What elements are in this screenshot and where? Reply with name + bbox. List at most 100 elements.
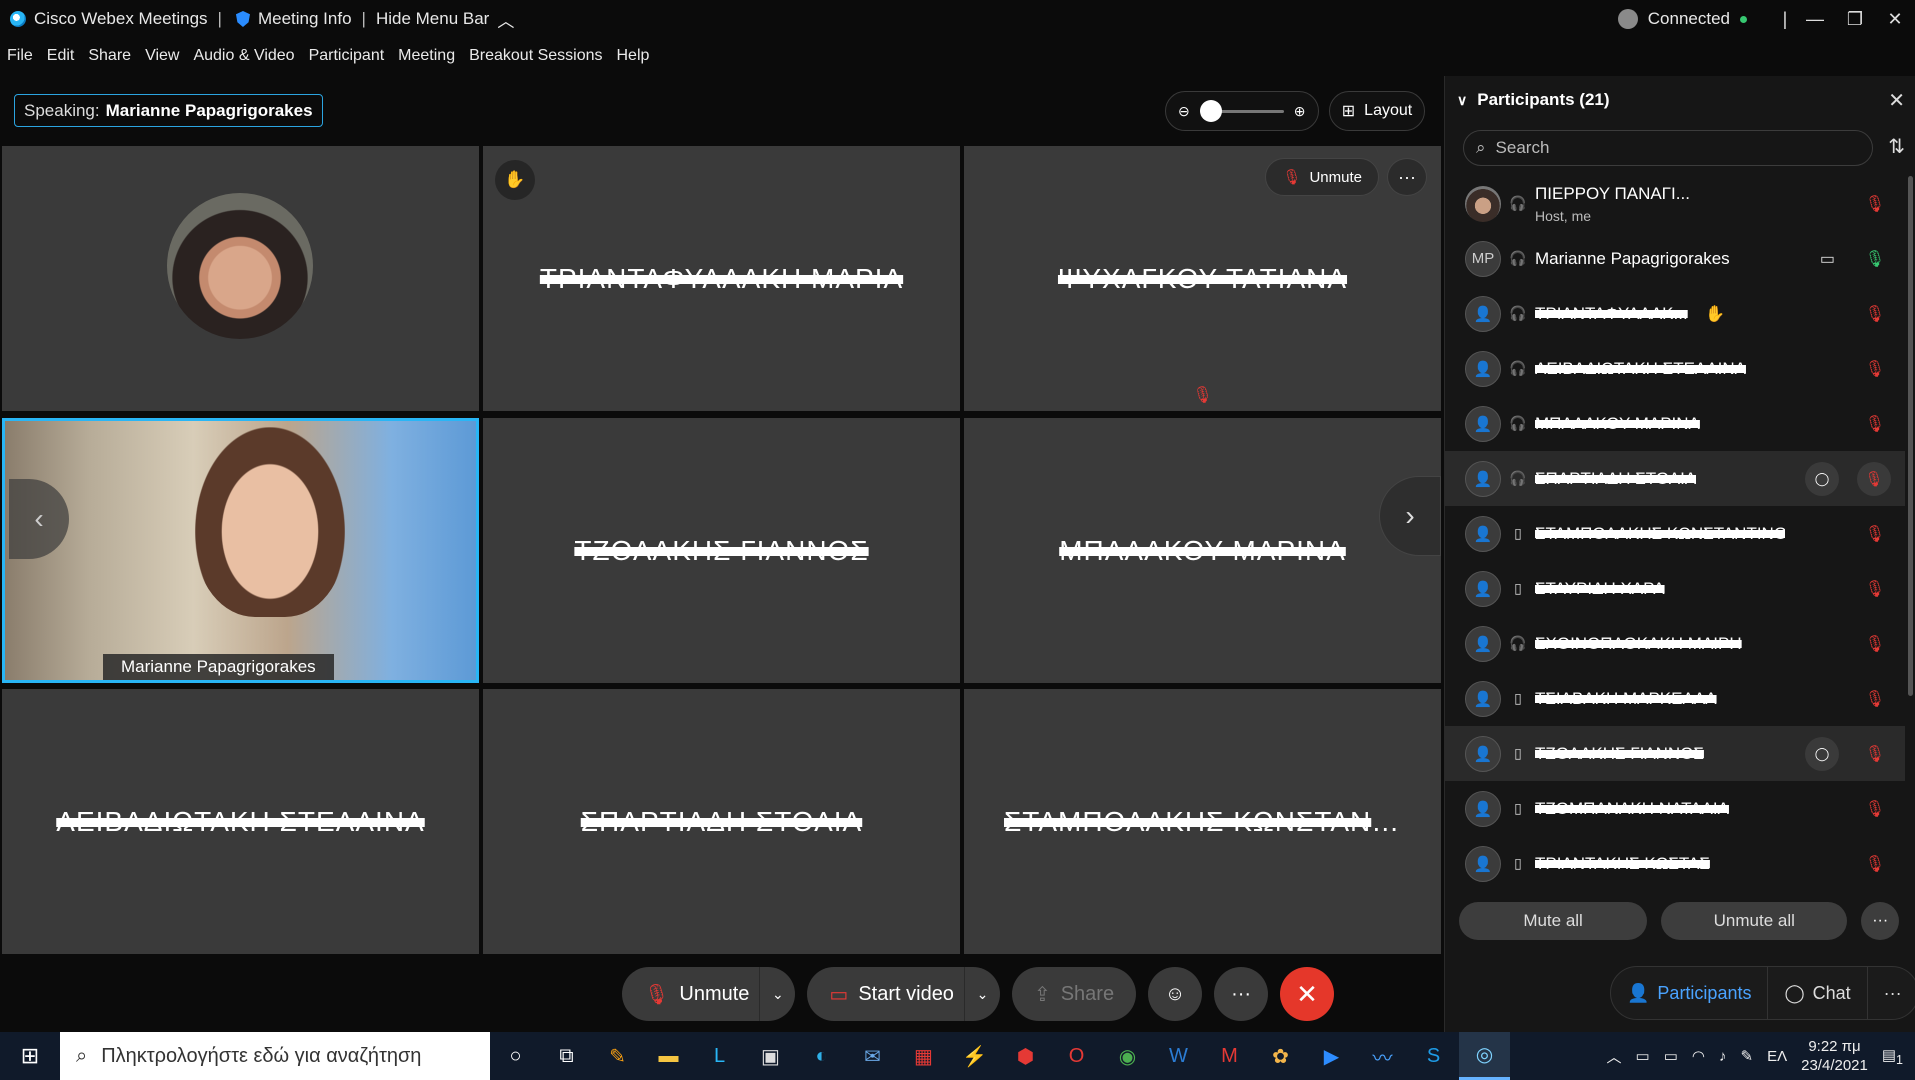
mcafee-icon[interactable]: M — [1204, 1032, 1255, 1080]
mic-muted-icon[interactable]: 🎙 — [1865, 634, 1885, 654]
zoom-app-icon[interactable]: ▶ — [1306, 1032, 1357, 1080]
zoom-out-icon[interactable]: ⊖ — [1178, 103, 1190, 120]
layout-button[interactable]: ⊞ Layout — [1329, 91, 1425, 131]
reactions-button[interactable]: ☺ — [1148, 967, 1203, 1021]
volume-icon[interactable]: ♪ — [1719, 1048, 1727, 1065]
tab-more[interactable]: ··· — [1868, 967, 1915, 1019]
menu-help[interactable]: Help — [610, 47, 657, 65]
close-window-button[interactable]: ✕ — [1875, 0, 1915, 38]
participant-row[interactable]: 👤 ▯ ΣΤΑΜΠΟΛΑΚΗΣ ΚΩΝΣΤΑΝΤΙΝΟΣ 🎙 — [1445, 506, 1905, 561]
language-indicator[interactable]: ΕΛ — [1767, 1048, 1787, 1065]
menu-view[interactable]: View — [138, 47, 186, 65]
menu-edit[interactable]: Edit — [40, 47, 82, 65]
file-explorer-icon[interactable]: ▬ — [643, 1032, 694, 1080]
zoom-slider-handle[interactable] — [1199, 99, 1222, 122]
zoom-slider[interactable] — [1199, 99, 1284, 122]
word-icon[interactable]: W — [1153, 1032, 1204, 1080]
mic-muted-icon[interactable]: 🎙 — [1865, 689, 1885, 709]
paint-icon[interactable]: ✎ — [592, 1032, 643, 1080]
video-tile[interactable]: ΜΠΑΛΑΚΟΥ ΜΑΡΙΝΑ › — [964, 418, 1441, 683]
video-tile-active-speaker[interactable]: ‹ Marianne Papagrigorakes — [2, 418, 479, 683]
tile-more-button[interactable]: ··· — [1387, 158, 1427, 196]
app-l-icon[interactable]: L — [694, 1032, 745, 1080]
participant-row[interactable]: 👤 ▯ ΤΖΟΜΠΑΝΑΚΗ ΝΑΤΑΛΙΑ 🎙 — [1445, 781, 1905, 836]
mic-muted-icon[interactable]: 🎙 — [1857, 461, 1891, 496]
menu-breakout-sessions[interactable]: Breakout Sessions — [462, 47, 609, 65]
restore-button[interactable]: ❐ — [1835, 0, 1875, 38]
chat-bubble-icon[interactable]: ◯ — [1805, 461, 1839, 496]
video-tile-host[interactable] — [2, 146, 479, 411]
panel-more-button[interactable]: ··· — [1861, 902, 1899, 940]
audio-options-chevron-icon[interactable]: ⌄ — [759, 967, 795, 1021]
participant-row[interactable]: 👤 ▯ ΣΤΑΥΡΙΔΗ ΧΑΡΑ 🎙 — [1445, 561, 1905, 616]
notifications-icon[interactable]: ▤1 — [1882, 1046, 1903, 1067]
edge-icon[interactable]: ◐ — [796, 1032, 847, 1080]
pen-icon[interactable]: ✎ — [1741, 1047, 1754, 1065]
tile-unmute-button[interactable]: 🎙 Unmute — [1265, 158, 1379, 196]
whiteboard-icon[interactable]: 〰 — [1357, 1032, 1408, 1080]
store-icon[interactable]: ▣ — [745, 1032, 796, 1080]
participant-row[interactable]: 👤 ▯ ΤΖΟΛΑΚΗΣ ΓΙΑΝΝΟΣ ◯ 🎙 — [1445, 726, 1905, 781]
clock[interactable]: 9:22 πμ 23/4/2021 — [1801, 1037, 1868, 1075]
participant-row[interactable]: 👤 🎧 ΜΠΑΛΑΚΟΥ ΜΑΡΙΝΑ 🎙 — [1445, 396, 1905, 451]
unmute-all-button[interactable]: Unmute all — [1661, 902, 1848, 940]
skype-icon[interactable]: S — [1408, 1032, 1459, 1080]
opera-icon[interactable]: O — [1051, 1032, 1102, 1080]
video-tile[interactable]: ΛΕΙΒΑΔΙΩΤΑΚΗ ΣΤΕΛΛΙΝΑ — [2, 689, 479, 954]
participant-row[interactable]: 🎧 ΠΙΕΡΡΟΥ ΠΑΝΑΓΙ... Host, me 🎙 — [1445, 176, 1905, 231]
mic-muted-icon[interactable]: 🎙 — [1865, 359, 1885, 379]
participant-row[interactable]: 👤 🎧 ΣΠΑΡΤΙΑΔΗ ΣΤΟΛΙΑ ◯ 🎙 — [1445, 451, 1905, 506]
previous-page-button[interactable]: ‹ — [9, 479, 69, 559]
chat-bubble-icon[interactable]: ◯ — [1805, 736, 1839, 771]
tab-participants[interactable]: 👤 Participants — [1611, 967, 1769, 1019]
sort-icon[interactable]: ⇅ — [1888, 134, 1905, 159]
more-options-button[interactable]: ··· — [1214, 967, 1269, 1021]
menu-participant[interactable]: Participant — [302, 47, 392, 65]
meeting-info-button[interactable]: Meeting Info — [232, 9, 352, 29]
video-tile[interactable]: ΣΤΑΜΠΟΛΑΚΗΣ ΚΩΝΣΤΑΝΤΙΝ... — [964, 689, 1441, 954]
mic-muted-icon[interactable]: 🎙 — [1865, 744, 1885, 764]
pdf-icon[interactable]: ⬢ — [1000, 1032, 1051, 1080]
participant-row[interactable]: 👤 🎧 ΣΧΟΙΝΟΠΛΟΚΑΚΗ ΜΑΙΡΗ 🎙 — [1445, 616, 1905, 671]
mute-all-button[interactable]: Mute all — [1459, 902, 1648, 940]
zoom-in-icon[interactable]: ⊕ — [1294, 103, 1306, 120]
video-tile[interactable]: 🎙 Unmute ··· ΨΥΧΑΓΚΟΥ ΤΑΤΙΑΝΑ 🎙 — [964, 146, 1441, 411]
webex-taskbar-icon[interactable]: ◎ — [1459, 1032, 1510, 1080]
video-tile[interactable]: ΤΖΟΛΑΚΗΣ ΓΙΑΝΝΟΣ — [483, 418, 960, 683]
leave-meeting-button[interactable]: ✕ — [1280, 967, 1335, 1021]
windows-start-button[interactable]: ⊞ — [0, 1032, 60, 1080]
mail-icon[interactable]: ✉ — [847, 1032, 898, 1080]
menu-meeting[interactable]: Meeting — [391, 47, 462, 65]
mic-muted-icon[interactable]: 🎙 — [1865, 854, 1885, 874]
wifi-icon[interactable]: ◠ — [1692, 1047, 1705, 1065]
participants-search-input[interactable]: ⌕ Search — [1463, 130, 1873, 166]
video-tile[interactable]: ΣΠΑΡΤΙΑΔΗ ΣΤΟΛΙΑ — [483, 689, 960, 954]
participant-row[interactable]: 👤 ▯ ΤΡΙΑΝΤΑΚΗΣ ΚΩΣΤΑΣ 🎙 — [1445, 836, 1905, 891]
chevron-down-icon[interactable]: ∨ — [1457, 92, 1467, 109]
mic-muted-icon[interactable]: 🎙 — [1865, 414, 1885, 434]
close-panel-icon[interactable]: ✕ — [1888, 88, 1905, 113]
video-tile[interactable]: ✋ ΤΡΙΑΝΤΑΦΥΛΛΑΚΗ ΜΑΡΙΑ — [483, 146, 960, 411]
paint-3d-icon[interactable]: ✿ — [1255, 1032, 1306, 1080]
messenger-icon[interactable]: ⚡ — [949, 1032, 1000, 1080]
taskbar-search-input[interactable]: ⌕ Πληκτρολογήστε εδώ για αναζήτηση — [60, 1032, 490, 1080]
mic-muted-icon[interactable]: 🎙 — [1865, 524, 1885, 544]
share-button[interactable]: ⇪ Share — [1011, 967, 1137, 1021]
menu-audio-video[interactable]: Audio & Video — [186, 47, 301, 65]
chrome-icon[interactable]: ◉ — [1102, 1032, 1153, 1080]
participants-panel-header[interactable]: ∨ Participants (21) — [1445, 76, 1915, 124]
participant-row[interactable]: 👤 🎧 ΛΕΙΒΑΔΙΩΤΑΚΗ ΣΤΕΛΛΙΝΑ 🎙 — [1445, 341, 1905, 396]
tab-chat[interactable]: ◯ Chat — [1768, 967, 1868, 1019]
mic-muted-icon[interactable]: 🎙 — [1865, 799, 1885, 819]
mic-muted-icon[interactable]: 🎙 — [1865, 304, 1885, 324]
mic-on-icon[interactable]: 🎙 — [1865, 249, 1885, 269]
cortana-icon[interactable]: ○ — [490, 1032, 541, 1080]
participant-row[interactable]: 👤 ▯ ΤΣΙΑΒΑΚΗ ΜΑΡΚΕΛΛΑ 🎙 — [1445, 671, 1905, 726]
mic-muted-icon[interactable]: 🎙 — [1865, 194, 1885, 214]
meeting-tray-icon[interactable]: ▭ — [1636, 1047, 1650, 1065]
start-video-button[interactable]: ▭ Start video ⌄ — [807, 967, 1000, 1021]
chevron-up-icon[interactable]: ︿ — [1607, 1046, 1622, 1067]
video-options-chevron-icon[interactable]: ⌄ — [963, 967, 1000, 1021]
menu-share[interactable]: Share — [81, 47, 138, 65]
battery-icon[interactable]: ▭ — [1664, 1047, 1678, 1065]
